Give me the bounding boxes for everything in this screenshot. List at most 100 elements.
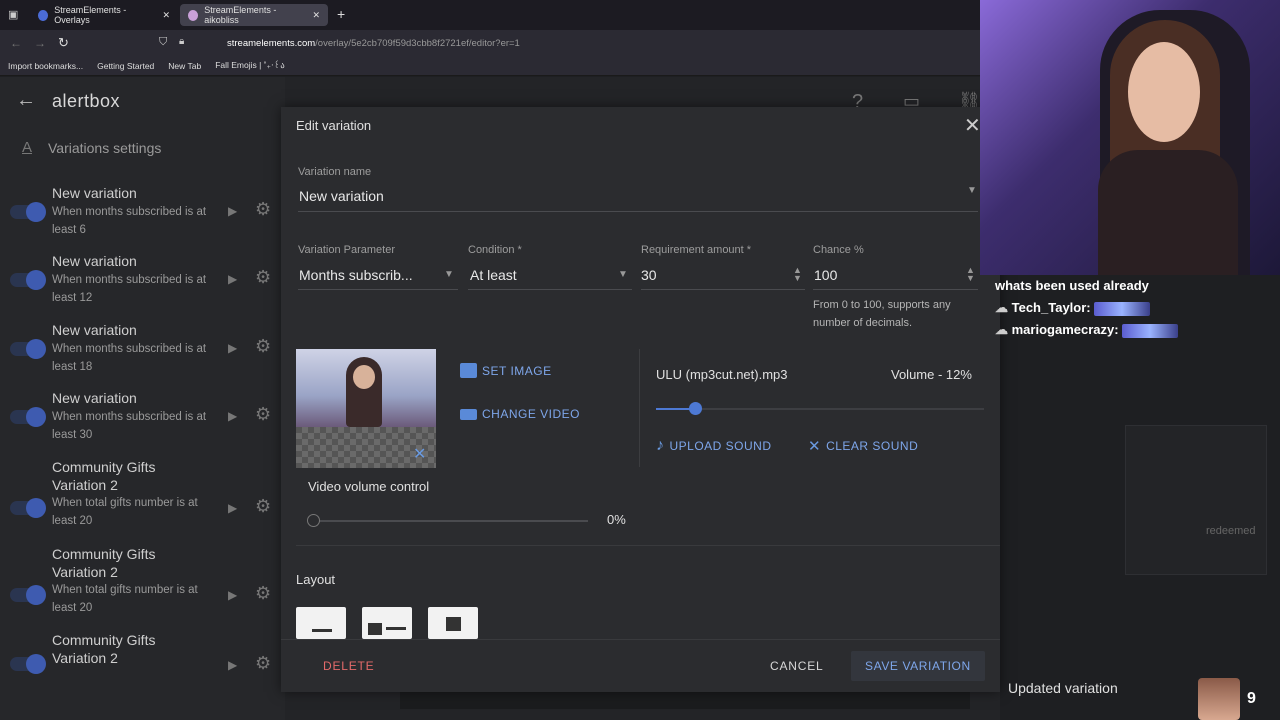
- variation-toggle[interactable]: [10, 585, 46, 605]
- variation-toggle[interactable]: [10, 202, 46, 222]
- music-note-icon: ♪: [656, 437, 665, 454]
- bottom-strip: [400, 689, 970, 709]
- layout-option-image-text[interactable]: [362, 607, 412, 639]
- volume-slider[interactable]: [656, 402, 984, 415]
- chat-badge-icon: ☁: [995, 322, 1008, 337]
- play-icon[interactable]: ▶: [228, 588, 237, 602]
- variation-toggle[interactable]: [10, 270, 46, 290]
- new-tab-icon[interactable]: +: [337, 6, 345, 22]
- play-icon[interactable]: ▶: [228, 204, 237, 218]
- tab-list-icon[interactable]: ▣: [8, 8, 18, 21]
- variation-toggle[interactable]: [10, 498, 46, 518]
- cancel-button[interactable]: CANCEL: [770, 659, 823, 673]
- layout-option-text[interactable]: [296, 607, 346, 639]
- shirt-shape: [1098, 150, 1238, 275]
- shield-icon[interactable]: ⛉: [159, 36, 167, 49]
- variation-parameter-select[interactable]: Months subscrib...: [299, 267, 413, 283]
- divider: [641, 289, 805, 290]
- requirement-amount-input[interactable]: 30: [641, 267, 657, 283]
- variation-name-input[interactable]: New variation: [299, 188, 384, 204]
- video-volume-slider[interactable]: [307, 514, 588, 527]
- chat-username: mariogamecrazy:: [1011, 322, 1119, 337]
- gear-icon[interactable]: ⚙: [255, 267, 271, 288]
- gear-icon[interactable]: ⚙: [255, 653, 271, 674]
- change-video-button[interactable]: CHANGE VIDEO: [460, 407, 580, 421]
- address-bar-row: ← → ↻ ⛉ 🔒︎ streamelements.com/overlay/5e…: [0, 30, 980, 56]
- chat-badge-icon: ☁: [995, 300, 1008, 315]
- chance-hint: From 0 to 100, supports any number of de…: [813, 299, 951, 329]
- gear-icon[interactable]: ⚙: [255, 496, 271, 517]
- emote-icon: [1122, 323, 1179, 338]
- layout-option-image-only[interactable]: [428, 607, 478, 639]
- streamelements-favicon: [188, 9, 199, 21]
- reload-icon[interactable]: ↻: [58, 35, 69, 51]
- remove-media-icon[interactable]: ✕: [413, 444, 426, 464]
- chance-input[interactable]: 100: [814, 267, 837, 283]
- dialog-footer: DELETE CANCEL SAVE VARIATION: [281, 639, 1000, 692]
- play-icon[interactable]: ▶: [228, 409, 237, 423]
- divider: [468, 289, 632, 290]
- gear-icon[interactable]: ⚙: [255, 199, 271, 220]
- url-field[interactable]: streamelements.com/overlay/5e2cb709f59d3…: [227, 38, 520, 49]
- chevron-down-icon[interactable]: ▼: [618, 269, 628, 280]
- condition-select[interactable]: At least: [470, 267, 517, 283]
- forward-icon[interactable]: →: [34, 36, 46, 50]
- back-icon[interactable]: ←: [10, 36, 22, 50]
- stepper-icon[interactable]: ▲ ▼: [793, 266, 802, 283]
- gear-icon[interactable]: ⚙: [255, 404, 271, 425]
- play-icon[interactable]: ▶: [228, 341, 237, 355]
- variation-subtitle: When months subscribed is at least 6: [52, 206, 207, 236]
- tab-editor[interactable]: StreamElements - aikobliss ✕: [180, 4, 328, 26]
- variation-name-label: Variation name: [298, 166, 372, 178]
- variation-subtitle: When months subscribed is at least 30: [52, 411, 207, 441]
- tab-label: StreamElements - Overlays: [54, 5, 127, 25]
- variation-subtitle: When total gifts number is at least 20: [52, 497, 198, 527]
- variation-toggle[interactable]: [10, 339, 46, 359]
- play-icon[interactable]: ▶: [228, 272, 237, 286]
- media-thumbnail[interactable]: ✕: [296, 349, 436, 468]
- variation-toggle[interactable]: [10, 407, 46, 427]
- chat-text: whats been used already: [995, 278, 1149, 293]
- close-icon[interactable]: ✕: [964, 113, 981, 138]
- text-lines-icon: [386, 627, 406, 630]
- gear-icon[interactable]: ⚙: [255, 583, 271, 604]
- redeemed-text: redeemed: [1206, 525, 1256, 537]
- bookmark-new-tab[interactable]: New Tab: [168, 61, 201, 71]
- back-arrow-icon[interactable]: ←: [16, 89, 36, 112]
- divider: [296, 545, 1000, 546]
- video-volume-knob[interactable]: [307, 514, 320, 527]
- close-tab-icon[interactable]: ✕: [162, 10, 170, 21]
- text-lines-icon: [312, 629, 332, 632]
- delete-button[interactable]: DELETE: [323, 659, 374, 673]
- upload-sound-button[interactable]: ♪ UPLOAD SOUND: [656, 437, 772, 455]
- dropdown-arrow-icon[interactable]: ▼: [967, 185, 977, 196]
- play-icon[interactable]: ▶: [228, 658, 237, 672]
- save-variation-button[interactable]: SAVE VARIATION: [851, 651, 985, 681]
- close-tab-icon[interactable]: ✕: [312, 10, 320, 21]
- set-image-button[interactable]: SET IMAGE: [460, 363, 552, 378]
- variation-title: Community Gifts Variation 2: [52, 632, 156, 666]
- gear-icon[interactable]: ⚙: [255, 336, 271, 357]
- bookmark-fall-emojis[interactable]: Fall Emojis | ˚₊‧꒰ა: [215, 60, 284, 71]
- variations-settings-heading: Variations settings: [48, 140, 162, 156]
- volume-slider-knob[interactable]: [689, 402, 702, 415]
- play-icon[interactable]: ▶: [228, 501, 237, 515]
- divider: [813, 289, 978, 290]
- layout-heading: Layout: [296, 572, 336, 587]
- bookmark-import[interactable]: Import bookmarks...: [8, 61, 83, 71]
- dialog-title: Edit variation: [296, 118, 372, 133]
- clear-sound-button[interactable]: ✕ CLEAR SOUND: [808, 437, 918, 455]
- tab-overlays[interactable]: StreamElements - Overlays ✕: [30, 4, 178, 26]
- lock-icon[interactable]: 🔒︎: [179, 36, 184, 47]
- volume-label: Volume - 12%: [891, 367, 972, 382]
- set-image-label: SET IMAGE: [482, 363, 552, 378]
- chevron-down-icon[interactable]: ▼: [444, 269, 454, 280]
- faded-overlay-panel: [1125, 425, 1267, 575]
- variation-toggle[interactable]: [10, 654, 46, 674]
- face-shape: [353, 365, 375, 389]
- variation-title: New variation: [52, 322, 137, 338]
- tab-label: StreamElements - aikobliss: [204, 5, 277, 25]
- variation-title: Community Gifts Variation 2: [52, 459, 156, 493]
- stepper-icon[interactable]: ▲ ▼: [966, 266, 975, 283]
- bookmark-getting-started[interactable]: Getting Started: [97, 61, 154, 71]
